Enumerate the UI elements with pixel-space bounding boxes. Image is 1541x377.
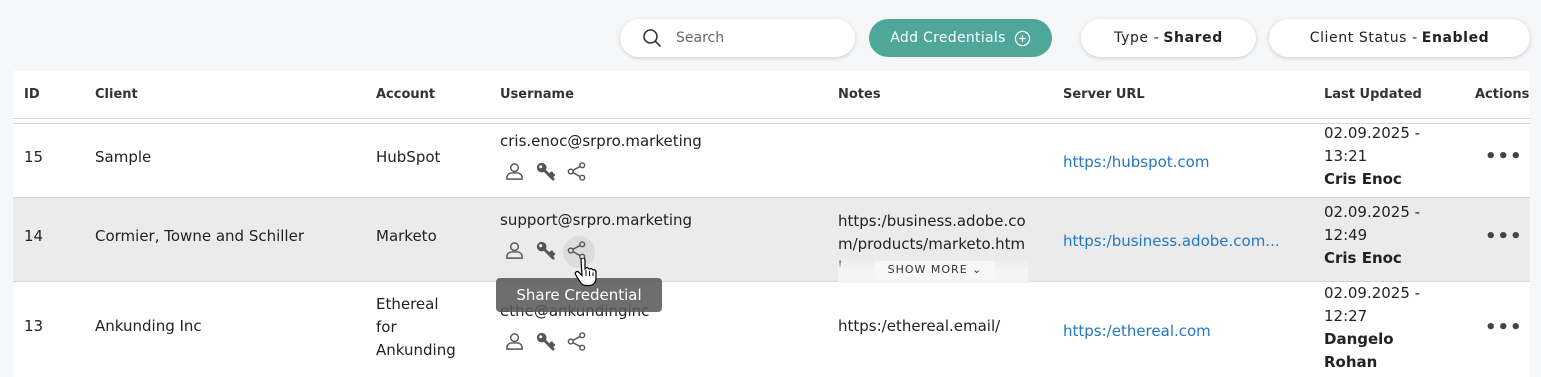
column-header-server-url[interactable]: Server URL bbox=[1063, 87, 1145, 102]
type-filter-value: Shared bbox=[1163, 30, 1223, 46]
key-icon[interactable] bbox=[535, 161, 556, 182]
last-updated: 02.09.2025 - 12:49 Cris Enoc bbox=[1324, 201, 1420, 270]
key-icon[interactable] bbox=[535, 331, 556, 352]
more-horizontal-icon[interactable]: ••• bbox=[1485, 317, 1522, 338]
credentials-table: ID Client Account Username Notes Server … bbox=[13, 71, 1530, 377]
column-header-id[interactable]: ID bbox=[24, 87, 40, 102]
search-icon bbox=[643, 29, 661, 47]
server-url-link[interactable]: https:/hubspot.com bbox=[1063, 153, 1209, 171]
cell-account: Marketo bbox=[376, 227, 437, 245]
last-updated: 02.09.2025 - 13:21 Cris Enoc bbox=[1324, 122, 1420, 191]
column-header-actions: Actions bbox=[1475, 87, 1530, 102]
account-line: Ethereal bbox=[376, 295, 439, 313]
table-row[interactable]: 13 Ankunding Inc Ethereal for Ankunding … bbox=[13, 282, 1530, 377]
last-updated: 02.09.2025 - 12:27 Dangelo Rohan bbox=[1324, 282, 1420, 374]
cell-username: support@srpro.marketing bbox=[500, 211, 693, 229]
client-status-filter[interactable]: Client Status - Enabled bbox=[1269, 19, 1530, 57]
plus-circle-icon bbox=[1014, 30, 1030, 46]
chevron-down-icon: ⌄ bbox=[972, 263, 983, 276]
cell-notes: https:/ethereal.email/ bbox=[838, 317, 1001, 335]
add-credentials-label: Add Credentials bbox=[890, 30, 1006, 46]
updated-by: Cris Enoc bbox=[1324, 170, 1402, 188]
column-header-username[interactable]: Username bbox=[500, 87, 574, 102]
cell-client: Sample bbox=[95, 148, 152, 166]
updated-date: 02.09.2025 - bbox=[1324, 124, 1421, 142]
share-icon[interactable] bbox=[566, 161, 587, 182]
client-status-filter-value: Enabled bbox=[1421, 30, 1490, 46]
search-input[interactable] bbox=[674, 29, 838, 47]
show-more-label: SHOW MORE bbox=[887, 263, 968, 276]
search-box[interactable] bbox=[620, 19, 855, 57]
updated-time: 12:27 bbox=[1324, 307, 1368, 325]
table-row[interactable]: 14 Cormier, Towne and Schiller Marketo s… bbox=[13, 198, 1530, 283]
cell-account: Ethereal for Ankunding bbox=[376, 293, 456, 362]
updated-date: 02.09.2025 - bbox=[1324, 284, 1421, 302]
updated-time: 12:49 bbox=[1324, 226, 1368, 244]
cell-id: 13 bbox=[24, 317, 44, 335]
hand-cursor-icon bbox=[574, 258, 597, 287]
column-header-account[interactable]: Account bbox=[376, 87, 435, 102]
cell-client: Ankunding Inc bbox=[95, 317, 202, 335]
updated-by: Cris Enoc bbox=[1324, 249, 1402, 267]
credential-actions bbox=[504, 331, 587, 352]
cell-id: 14 bbox=[24, 227, 44, 245]
type-filter[interactable]: Type - Shared bbox=[1081, 19, 1256, 57]
column-header-client[interactable]: Client bbox=[95, 87, 138, 102]
cell-username: cris.enoc@srpro.marketing bbox=[500, 132, 702, 150]
column-header-last-updated[interactable]: Last Updated bbox=[1324, 87, 1422, 102]
more-horizontal-icon[interactable]: ••• bbox=[1485, 226, 1522, 247]
cell-account: HubSpot bbox=[376, 148, 441, 166]
user-icon[interactable] bbox=[504, 161, 525, 182]
show-more-button[interactable]: SHOW MORE ⌄ bbox=[875, 261, 995, 279]
cell-id: 15 bbox=[24, 148, 44, 166]
server-url-link[interactable]: https:/ethereal.com bbox=[1063, 322, 1211, 340]
share-icon[interactable] bbox=[566, 331, 587, 352]
table-header: ID Client Account Username Notes Server … bbox=[13, 71, 1530, 119]
updated-time: 13:21 bbox=[1324, 147, 1368, 165]
updated-date: 02.09.2025 - bbox=[1324, 203, 1421, 221]
updated-by-line: Rohan bbox=[1324, 353, 1378, 371]
account-line: Ankunding bbox=[376, 341, 456, 359]
cell-client: Cormier, Towne and Schiller bbox=[95, 227, 304, 245]
user-icon[interactable] bbox=[504, 331, 525, 352]
table-row[interactable]: 15 Sample HubSpot cris.enoc@srpro.market… bbox=[13, 124, 1530, 198]
server-url-link[interactable]: https:/business.adobe.com... bbox=[1063, 232, 1280, 250]
add-credentials-button[interactable]: Add Credentials bbox=[869, 19, 1052, 57]
key-icon[interactable] bbox=[535, 240, 556, 261]
more-horizontal-icon[interactable]: ••• bbox=[1485, 146, 1522, 167]
user-icon[interactable] bbox=[504, 240, 525, 261]
account-line: for bbox=[376, 318, 397, 336]
credential-actions bbox=[504, 161, 587, 182]
updated-by-line: Dangelo bbox=[1324, 330, 1394, 348]
column-header-notes[interactable]: Notes bbox=[838, 87, 881, 102]
client-status-filter-label: Client Status - bbox=[1309, 30, 1418, 46]
type-filter-label: Type - bbox=[1114, 30, 1160, 46]
